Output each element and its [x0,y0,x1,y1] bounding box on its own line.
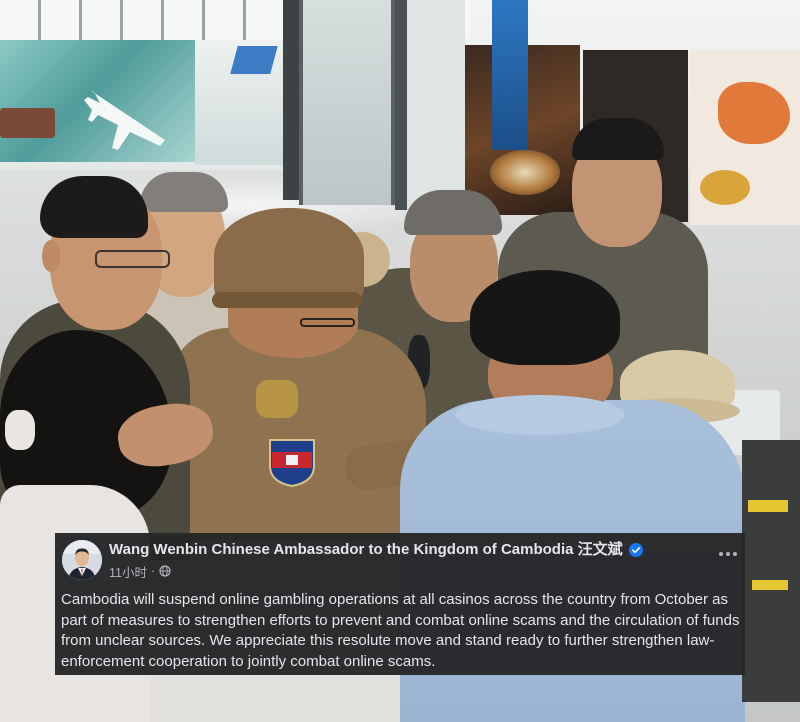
verified-badge-icon [628,543,643,557]
left-man-glasses [95,250,170,268]
blue-shirt-collar [455,395,625,435]
older-man-hair [140,172,228,212]
pillar [395,0,407,210]
post-body-text: Cambodia will suspend online gambling op… [61,591,740,670]
food-dish-image [490,150,560,195]
more-options-icon [719,552,737,556]
globe-icon[interactable] [159,565,171,577]
more-options-button[interactable] [717,549,739,559]
pillar [283,0,299,200]
food-image [700,170,750,205]
left-man-hair [40,176,148,238]
blue-banner [492,0,528,150]
electrical-equipment [742,440,800,702]
equipment-label [752,580,788,590]
officer-cap-brim [212,292,362,308]
wall-panel [407,0,465,200]
author-name[interactable]: Wang Wenbin Chinese Ambassador to the Ki… [109,540,623,560]
left-man-ear [42,240,60,272]
equipment-label [748,500,788,512]
author-avatar[interactable] [62,540,102,580]
hair-scrunchie [5,410,35,450]
collar-badge-icon [256,380,298,418]
meta-separator: · [150,564,156,578]
avatar-portrait-icon [62,540,102,580]
officer-glasses [300,318,355,327]
post-timestamp[interactable]: 11小时 [109,562,147,581]
center-man-hair [404,190,502,235]
facebook-post-card: Wang Wenbin Chinese Ambassador to the Ki… [55,533,745,675]
post-meta: 11小时 · [109,562,171,581]
airline-logo-icon [230,46,278,74]
cambodia-flag-patch-icon [269,439,315,488]
blue-shirt-man-hair [470,270,620,365]
waiting-bench [0,108,55,138]
glass-door [299,0,395,205]
airplane-icon [84,90,165,150]
post-header: Wang Wenbin Chinese Ambassador to the Ki… [109,540,643,560]
